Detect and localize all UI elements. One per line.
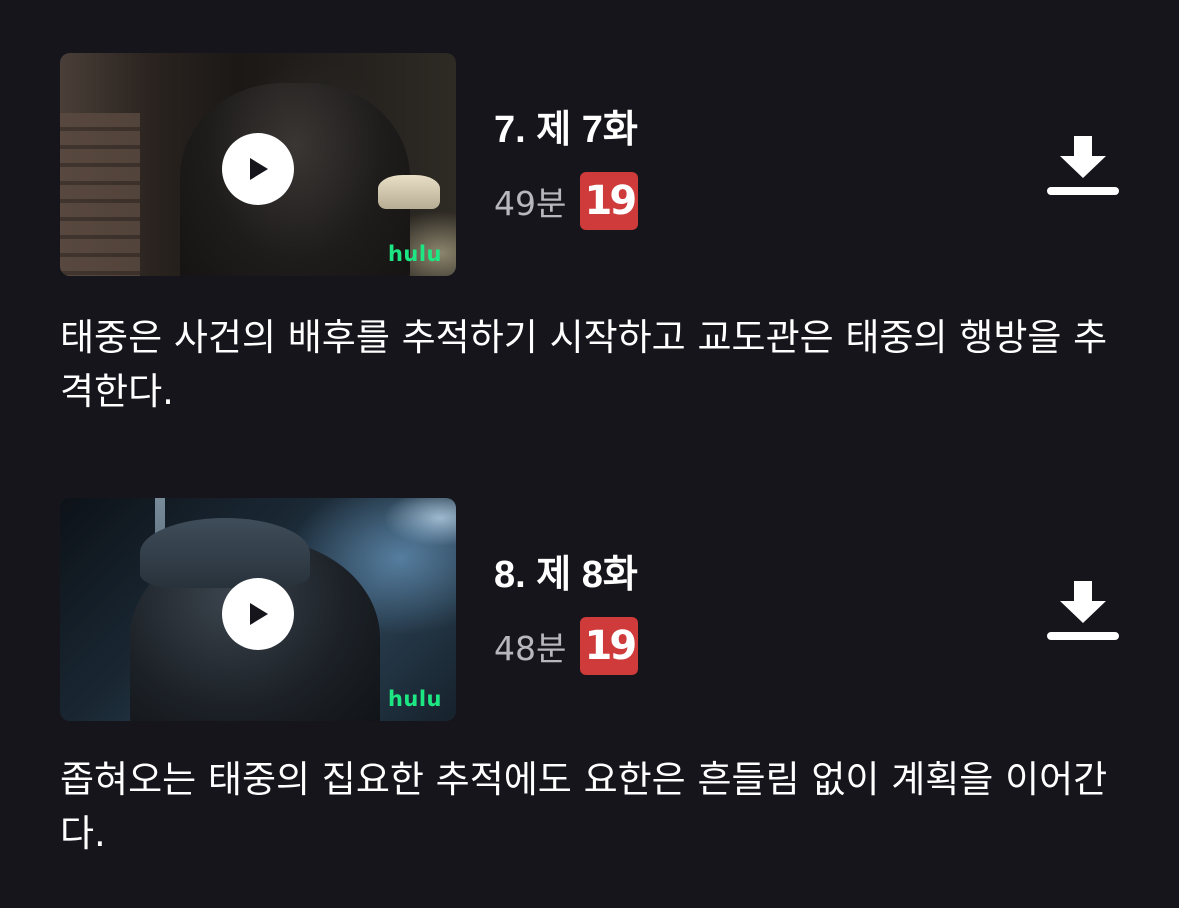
episode-description: 좁혀오는 태중의 집요한 추적에도 요한은 흔들림 없이 계획을 이어간다. [60, 758, 1108, 855]
episode-thumbnail[interactable]: hulu [60, 53, 456, 276]
play-icon [250, 158, 268, 180]
play-button[interactable] [222, 133, 294, 205]
episode-title: 7. 제 7화 [494, 109, 638, 151]
thumbnail-figure [180, 83, 410, 276]
age-rating-badge: 19 [580, 617, 639, 675]
thumbnail-background-wall [60, 113, 140, 276]
download-icon [1047, 136, 1119, 195]
age-rating-badge: 19 [580, 172, 639, 230]
episode-thumbnail[interactable]: hulu [60, 498, 456, 721]
play-button[interactable] [222, 578, 294, 650]
download-icon [1047, 581, 1119, 640]
thumbnail-cap [140, 518, 310, 588]
download-button[interactable] [1046, 577, 1120, 643]
network-logo: hulu [387, 242, 442, 266]
episode-title: 8. 제 8화 [494, 554, 638, 596]
episode-description: 태중은 사건의 배후를 추적하기 시작하고 교도관은 태중의 행방을 추격한다. [60, 316, 1108, 413]
thumbnail-lamp [378, 175, 440, 209]
play-icon [250, 603, 268, 625]
download-button[interactable] [1046, 132, 1120, 198]
episode-duration: 49분 [494, 184, 567, 223]
episode-meta: 49분 19 [494, 172, 639, 230]
episode-meta: 48분 19 [494, 617, 639, 675]
network-logo: hulu [387, 687, 442, 711]
episode-duration: 48분 [494, 629, 567, 668]
